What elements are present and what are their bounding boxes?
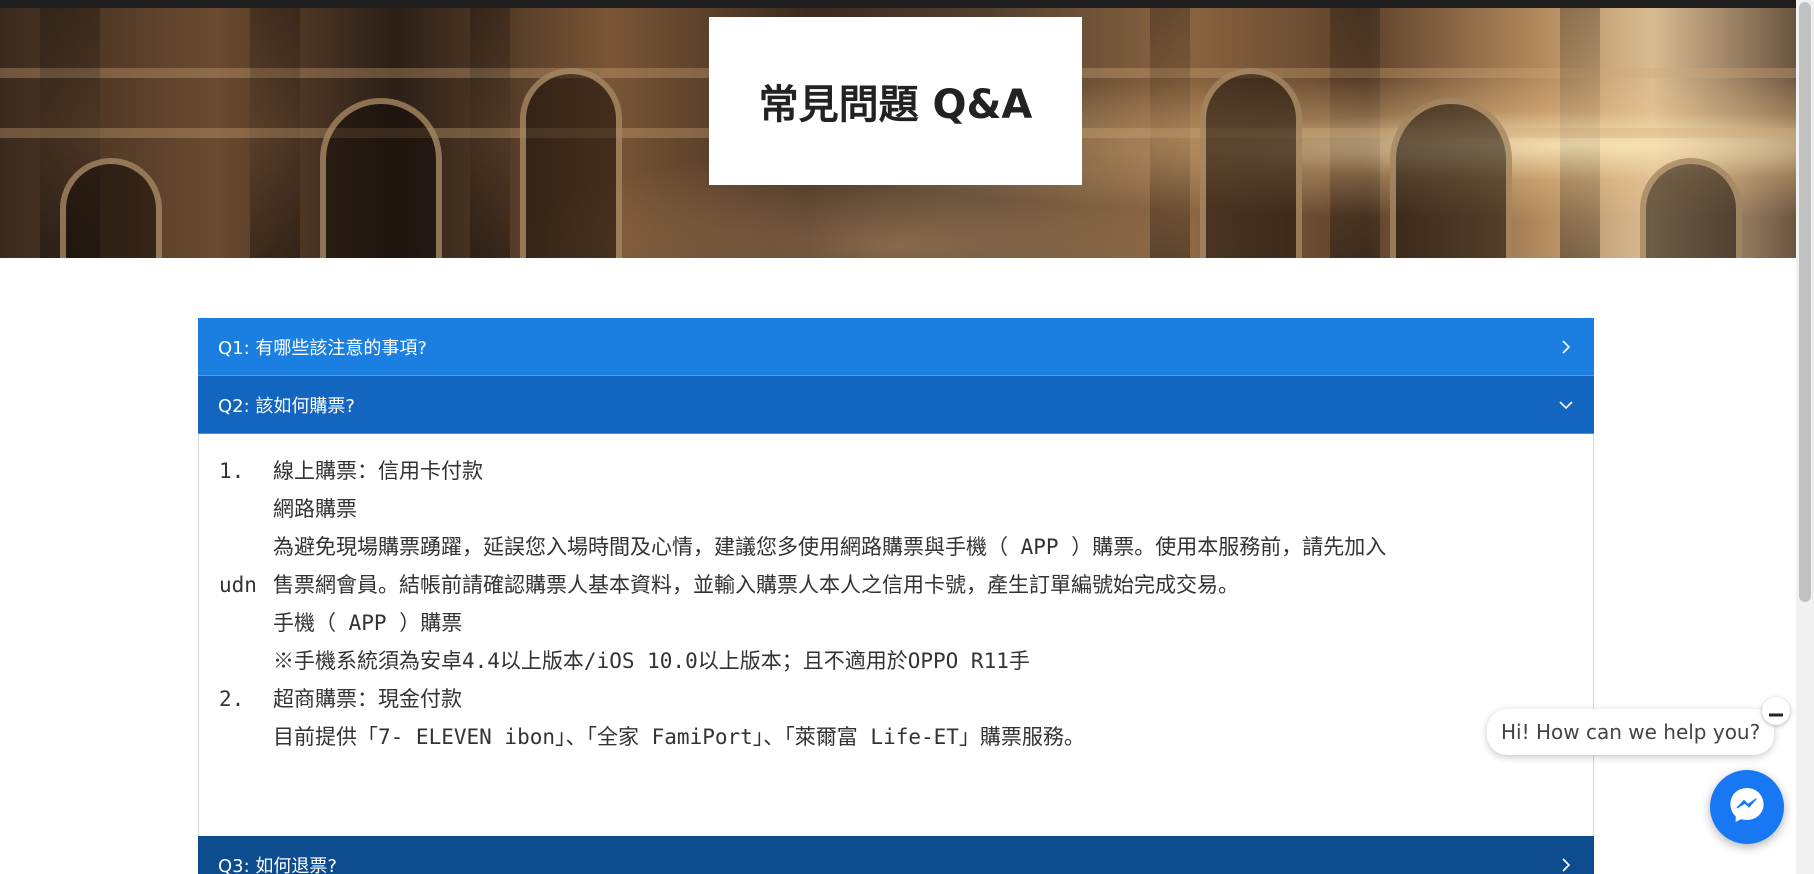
faq-accordion: Q1: 有哪些該注意的事項? Q2: 該如何購票? 1. 線上購票：信用卡付款 … — [198, 318, 1594, 874]
messenger-icon — [1727, 785, 1767, 829]
hero-decor — [1200, 68, 1302, 258]
list-item-content: 超商購票：現金付款 目前提供「7- ELEVEN ibon」、「全家 FamiP… — [273, 680, 1573, 756]
chat-greeting-text: Hi! How can we help you? — [1501, 720, 1761, 744]
answer-line: ※手機系統須為安卓4.4以上版本/iOS 10.0以上版本；且不適用於OPPO … — [273, 649, 1030, 673]
top-bar — [0, 0, 1796, 8]
answer-line: udn 售票網會員。結帳前請確認購票人基本資料，並輸入購票人本人之信用卡號，產生訂… — [219, 566, 1573, 604]
page-title-box: 常見問題 Q&A — [709, 17, 1082, 185]
page-scrollbar[interactable] — [1796, 0, 1814, 874]
answer-line: 為避免現場購票踴躍，延誤您入場時間及心情，建議您多使用網路購票與手機（ APP … — [273, 535, 1387, 559]
faq-question-label: Q3: 如何退票? — [218, 855, 337, 874]
faq-question-label: Q1: 有哪些該注意的事項? — [218, 337, 427, 359]
hero-decor — [1640, 158, 1742, 258]
minus-icon — [1769, 702, 1783, 721]
hero-decor — [1560, 8, 1600, 258]
list-item: 2. 超商購票：現金付款 目前提供「7- ELEVEN ibon」、「全家 Fa… — [219, 680, 1573, 756]
answer-title: 超商購票：現金付款 — [273, 687, 462, 711]
hero-decor — [250, 8, 300, 258]
hero-decor — [1330, 8, 1380, 258]
hero-decor — [60, 158, 162, 258]
faq-question-label: Q2: 該如何購票? — [218, 395, 355, 417]
answer-line: 網路購票 — [273, 497, 357, 521]
page-title: 常見問題 Q&A — [758, 82, 1033, 128]
hero-decor — [320, 98, 442, 258]
hero-decor — [1150, 8, 1190, 258]
scrollbar-thumb[interactable] — [1799, 2, 1811, 602]
faq-question-3[interactable]: Q3: 如何退票? — [198, 836, 1594, 874]
faq-question-1[interactable]: Q1: 有哪些該注意的事項? — [198, 318, 1594, 376]
chat-close-button[interactable] — [1762, 697, 1790, 725]
chevron-down-icon — [1558, 397, 1574, 413]
answer-line-prefix: udn — [219, 573, 257, 597]
hero-decor — [470, 8, 510, 258]
hero-decor — [1390, 98, 1512, 258]
chevron-right-icon — [1558, 857, 1574, 873]
list-item-number: 2. — [219, 687, 245, 711]
hero-decor — [520, 68, 622, 258]
page: 常見問題 Q&A Q1: 有哪些該注意的事項? Q2: 該如何購票? 1. 線上… — [0, 0, 1814, 874]
answer-line: 目前提供「7- ELEVEN ibon」、「全家 FamiPort」、「萊爾富 … — [273, 725, 1085, 749]
answer-line: 手機（ APP ）購票 — [273, 611, 463, 635]
answer-list: 1. 線上購票：信用卡付款 網路購票 為避免現場購票踴躍，延誤您入場時間及心情，… — [219, 452, 1573, 756]
messenger-launcher-button[interactable] — [1710, 770, 1784, 844]
faq-question-2[interactable]: Q2: 該如何購票? — [198, 376, 1594, 434]
list-item: 1. 線上購票：信用卡付款 網路購票 為避免現場購票踴躍，延誤您入場時間及心情，… — [219, 452, 1573, 680]
answer-title: 線上購票：信用卡付款 — [273, 459, 483, 483]
list-item-content: 線上購票：信用卡付款 網路購票 為避免現場購票踴躍，延誤您入場時間及心情，建議您… — [219, 452, 1573, 680]
answer-line-text: 售票網會員。結帳前請確認購票人基本資料，並輸入購票人本人之信用卡號，產生訂單編號… — [273, 573, 1239, 597]
chat-greeting-bubble[interactable]: Hi! How can we help you? — [1487, 709, 1775, 755]
chevron-right-icon — [1558, 339, 1574, 355]
faq-answer-2: 1. 線上購票：信用卡付款 網路購票 為避免現場購票踴躍，延誤您入場時間及心情，… — [198, 434, 1594, 836]
